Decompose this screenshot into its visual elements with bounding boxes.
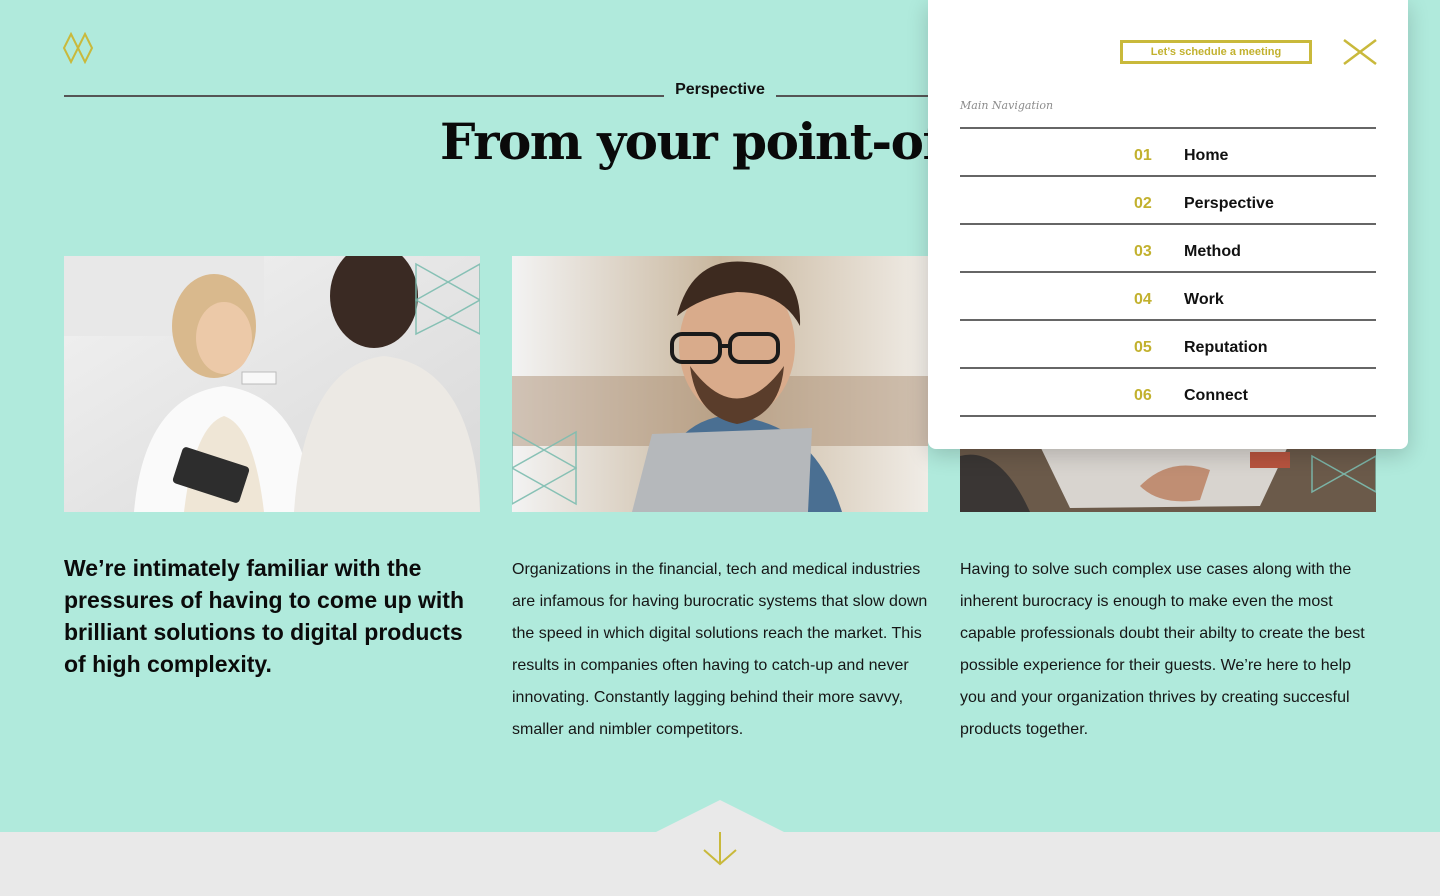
nav-item-connect[interactable]: 06 Connect	[960, 369, 1376, 417]
logo[interactable]	[62, 31, 96, 65]
close-button[interactable]	[1342, 38, 1378, 66]
nav-item-label: Connect	[1184, 387, 1248, 404]
nav-item-label: Perspective	[1184, 195, 1274, 212]
nav-item-home[interactable]: 01 Home	[960, 129, 1376, 177]
photo-doctor-patient	[64, 256, 480, 512]
nav-item-reputation[interactable]: 05 Reputation	[960, 321, 1376, 369]
nav-item-label: Reputation	[1184, 339, 1268, 356]
double-diamond-logo-icon	[62, 31, 94, 65]
nav-item-label: Home	[1184, 147, 1229, 164]
photo-man-laptop-graphic	[512, 256, 928, 512]
nav-item-work[interactable]: 04 Work	[960, 273, 1376, 321]
photo-man-laptop	[512, 256, 928, 512]
nav-item-method[interactable]: 03 Method	[960, 225, 1376, 273]
schedule-meeting-button[interactable]: Let’s schedule a meeting	[1120, 40, 1312, 64]
lead-text: We’re intimately familiar with the press…	[64, 555, 465, 677]
nav-caption: Main Navigation	[960, 99, 1054, 112]
section-rule-left	[64, 95, 664, 97]
arrow-down-icon	[703, 832, 737, 866]
footer-tab	[654, 800, 786, 833]
nav-item-number: 06	[1134, 387, 1152, 404]
nav-item-perspective[interactable]: 02 Perspective	[960, 177, 1376, 225]
close-icon	[1343, 39, 1377, 65]
main-navigation-panel: Let’s schedule a meeting Main Navigation…	[928, 0, 1408, 449]
page-title: From your point-of-vi	[440, 112, 1007, 171]
nav-item-number: 01	[1134, 147, 1152, 164]
nav-item-number: 03	[1134, 243, 1152, 260]
nav-list: 01 Home 02 Perspective 03 Method 04 Work…	[960, 127, 1376, 417]
nav-item-number: 02	[1134, 195, 1152, 212]
body-text-help: Having to solve such complex use cases a…	[960, 561, 1365, 738]
nav-item-number: 05	[1134, 339, 1152, 356]
nav-item-label: Method	[1184, 243, 1241, 260]
body-text-industries: Organizations in the financial, tech and…	[512, 561, 928, 738]
nav-item-label: Work	[1184, 291, 1224, 308]
photo-doctor-patient-graphic	[64, 256, 480, 512]
scroll-down-button[interactable]	[700, 832, 740, 868]
section-label: Perspective	[675, 81, 765, 98]
nav-item-number: 04	[1134, 291, 1152, 308]
